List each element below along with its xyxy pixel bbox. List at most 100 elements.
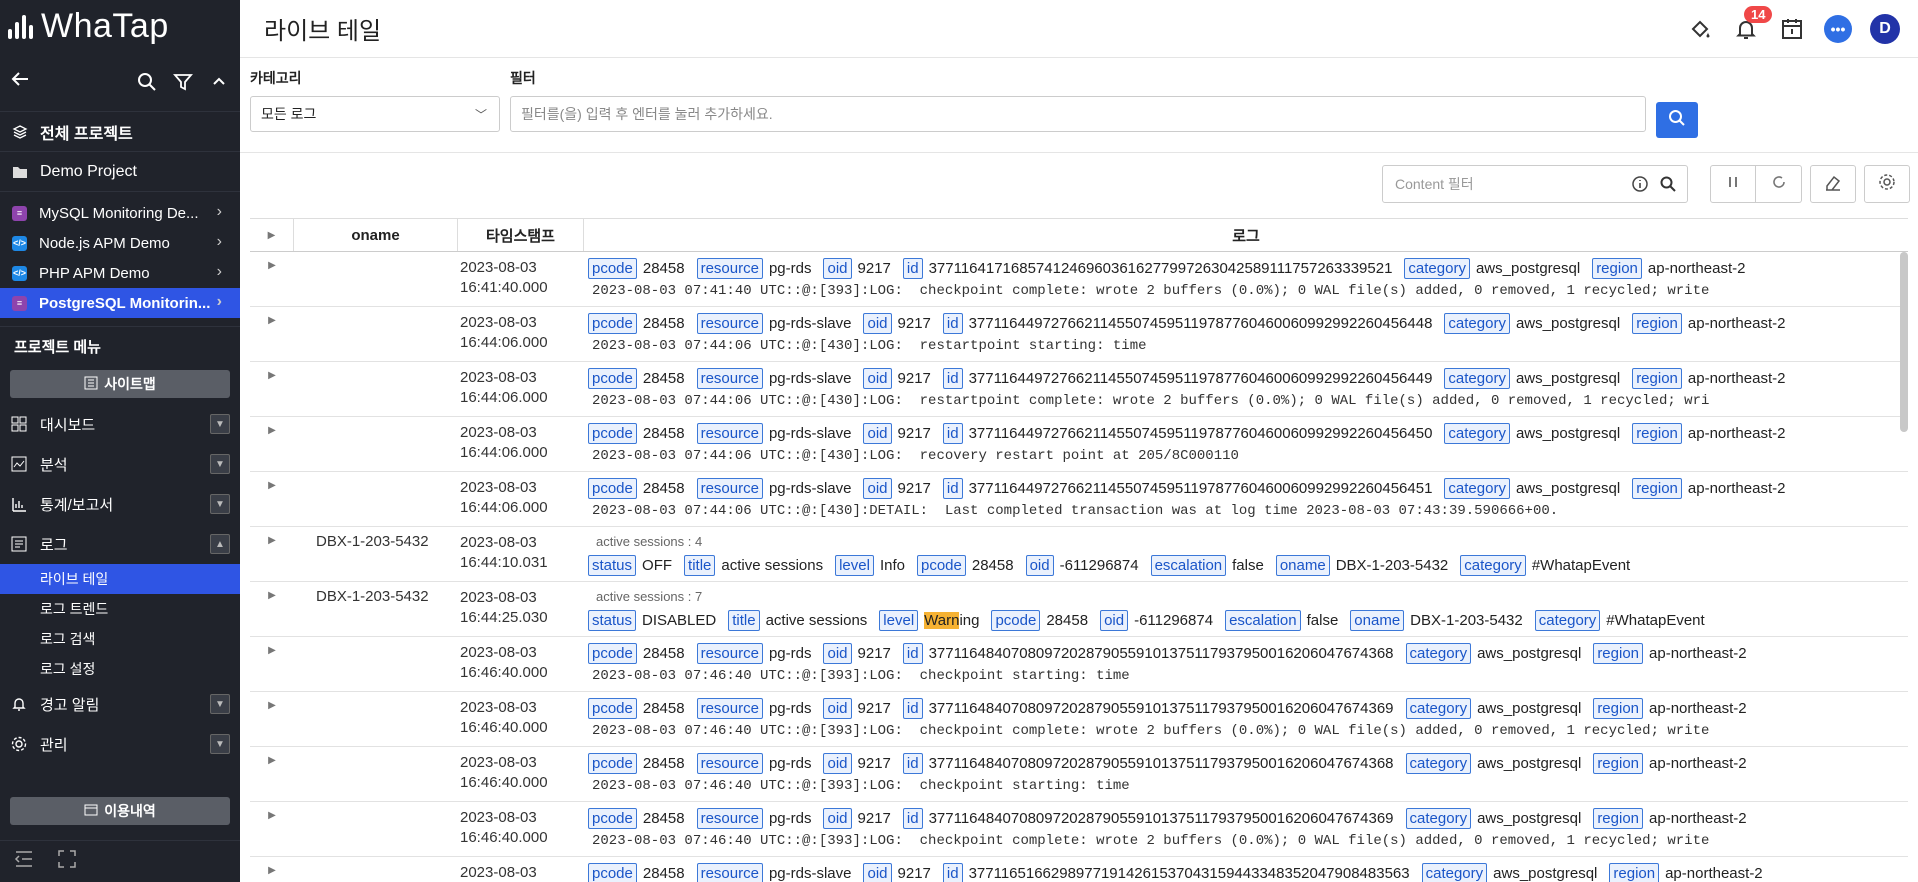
tag-key[interactable]: status <box>588 554 637 576</box>
menu-item[interactable]: 대시보드 ▼ <box>0 404 240 444</box>
log-submenu-item[interactable]: 로그 설정 <box>0 654 240 684</box>
tag-key[interactable]: escalation <box>1150 554 1227 576</box>
row-expand-toggle[interactable]: ▶ <box>250 857 294 882</box>
tag-key[interactable]: resource <box>696 257 763 279</box>
row-expand-toggle[interactable]: ▶ <box>250 307 294 361</box>
tag-key[interactable]: id <box>942 862 963 882</box>
table-row[interactable]: ▶ DBX-1-203-5432 2023-08-03 16:44:25.030 … <box>250 582 1908 637</box>
tag-key[interactable]: region <box>1593 807 1644 829</box>
search-icon[interactable] <box>136 71 158 93</box>
table-row[interactable]: ▶ 2023-08-03 16:46:40.000 pcode 28458 resou… <box>250 802 1908 857</box>
usage-button[interactable]: 이용내역 <box>10 797 230 825</box>
tag-key[interactable]: pcode <box>588 367 637 389</box>
tag-key[interactable]: pcode <box>916 554 966 576</box>
paint-bucket-icon[interactable] <box>1686 15 1714 43</box>
avatar[interactable]: D <box>1870 13 1900 44</box>
tag-key[interactable]: region <box>1632 312 1682 334</box>
row-expand-toggle[interactable]: ▶ <box>250 362 294 416</box>
col-log[interactable]: 로그 <box>584 219 1908 251</box>
tag-key[interactable]: resource <box>696 807 763 829</box>
refresh-button[interactable] <box>1756 165 1802 203</box>
scrollbar[interactable] <box>1900 252 1908 432</box>
tag-key[interactable]: oid <box>863 312 892 334</box>
logo[interactable]: WhaTap <box>0 0 240 52</box>
tag-key[interactable]: category <box>1444 312 1510 334</box>
tag-key[interactable]: pcode <box>588 477 637 499</box>
row-expand-toggle[interactable]: ▶ <box>250 637 294 691</box>
row-expand-toggle[interactable]: ▶ <box>250 802 294 856</box>
tag-key[interactable]: oid <box>823 257 852 279</box>
expand-toggle[interactable]: ▼ <box>210 494 230 514</box>
tag-key[interactable]: resource <box>696 752 763 774</box>
row-expand-toggle[interactable]: ▶ <box>250 252 294 306</box>
clear-button[interactable] <box>1810 165 1856 203</box>
tag-key[interactable]: resource <box>696 367 763 389</box>
tag-key[interactable]: pcode <box>588 642 637 664</box>
table-row[interactable]: ▶ 2023-08-03 16:46:40.000 pcode 28458 resou… <box>250 637 1908 692</box>
table-row[interactable]: ▶ 2023-08-03 16:44:06.000 pcode 28458 resou… <box>250 472 1908 527</box>
content-filter-input[interactable] <box>1395 176 1615 192</box>
tag-key[interactable]: category <box>1405 642 1472 664</box>
tag-key[interactable]: category <box>1444 367 1510 389</box>
col-timestamp[interactable]: 타임스탬프 <box>458 219 584 251</box>
tag-key[interactable]: id <box>902 752 923 774</box>
project-item[interactable]: </> PHP APM Demo › <box>0 258 240 288</box>
log-submenu-item[interactable]: 로그 검색 <box>0 624 240 654</box>
tag-key[interactable]: region <box>1609 862 1660 882</box>
current-project[interactable]: Demo Project <box>0 152 240 192</box>
expand-toggle[interactable]: ▼ <box>210 734 230 754</box>
log-submenu-item[interactable]: 로그 트렌드 <box>0 594 240 624</box>
tag-key[interactable]: category <box>1534 609 1601 631</box>
table-row[interactable]: ▶ 2023-08-03 pcode 28458 resource pg-rds-sl… <box>250 857 1908 882</box>
category-select[interactable]: 모든 로그 ﹀ <box>250 96 500 132</box>
tag-key[interactable]: category <box>1405 807 1472 829</box>
menu-item[interactable]: 로그 ▲ <box>0 524 240 564</box>
expand-all-toggle[interactable]: ▶ <box>250 219 294 251</box>
back-arrow-icon[interactable] <box>10 69 30 95</box>
all-projects-link[interactable]: 전체 프로젝트 <box>0 112 240 152</box>
tag-key[interactable]: pcode <box>588 422 637 444</box>
tag-key[interactable]: id <box>942 477 963 499</box>
tag-key[interactable]: oid <box>863 862 892 882</box>
table-row[interactable]: ▶ 2023-08-03 16:44:06.000 pcode 28458 resou… <box>250 417 1908 472</box>
tag-key[interactable]: region <box>1593 697 1644 719</box>
info-icon[interactable] <box>1631 175 1649 196</box>
tag-key[interactable]: id <box>902 257 923 279</box>
tag-key[interactable]: oid <box>823 807 852 829</box>
tag-key[interactable]: pcode <box>588 862 637 882</box>
tag-key[interactable]: pcode <box>588 312 637 334</box>
menu-alerts[interactable]: 경고 알림 ▼ <box>0 684 240 724</box>
calendar-icon[interactable] <box>1778 15 1806 43</box>
tag-key[interactable]: pcode <box>588 807 637 829</box>
tag-key[interactable]: oid <box>863 422 892 444</box>
col-oname[interactable]: oname <box>294 219 458 251</box>
row-expand-toggle[interactable]: ▶ <box>250 747 294 801</box>
tag-key[interactable]: oid <box>863 367 892 389</box>
tag-key[interactable]: category <box>1421 862 1488 882</box>
log-submenu-item[interactable]: 라이브 테일 <box>0 564 240 594</box>
tag-key[interactable]: title <box>728 609 760 631</box>
row-expand-toggle[interactable]: ▶ <box>250 692 294 746</box>
tag-key[interactable]: status <box>588 609 637 631</box>
tag-key[interactable]: pcode <box>991 609 1041 631</box>
table-row[interactable]: ▶ 2023-08-03 16:44:06.000 pcode 28458 resou… <box>250 307 1908 362</box>
tag-key[interactable]: oname <box>1350 609 1405 631</box>
table-row[interactable]: ▶ 2023-08-03 16:41:40.000 pcode 28458 resou… <box>250 252 1908 307</box>
tag-key[interactable]: resource <box>696 312 763 334</box>
tag-key[interactable]: title <box>684 554 716 576</box>
tag-key[interactable]: oid <box>863 477 892 499</box>
menu-manage[interactable]: 관리 ▼ <box>0 724 240 764</box>
chevron-up-icon[interactable] <box>208 71 230 93</box>
table-row[interactable]: ▶ DBX-1-203-5432 2023-08-03 16:44:10.031 … <box>250 527 1908 582</box>
chat-icon[interactable]: ••• <box>1824 14 1852 43</box>
tag-key[interactable]: resource <box>696 477 763 499</box>
tag-key[interactable]: pcode <box>588 697 637 719</box>
pause-button[interactable] <box>1710 165 1756 203</box>
project-item[interactable]: ≡ MySQL Monitoring De... › <box>0 198 240 228</box>
menu-item[interactable]: 통계/보고서 ▼ <box>0 484 240 524</box>
bell-icon[interactable]: 14 <box>1732 5 1773 43</box>
tag-key[interactable]: oid <box>823 697 852 719</box>
tag-key[interactable]: oid <box>823 642 852 664</box>
tag-key[interactable]: id <box>902 697 923 719</box>
tag-key[interactable]: region <box>1632 367 1682 389</box>
